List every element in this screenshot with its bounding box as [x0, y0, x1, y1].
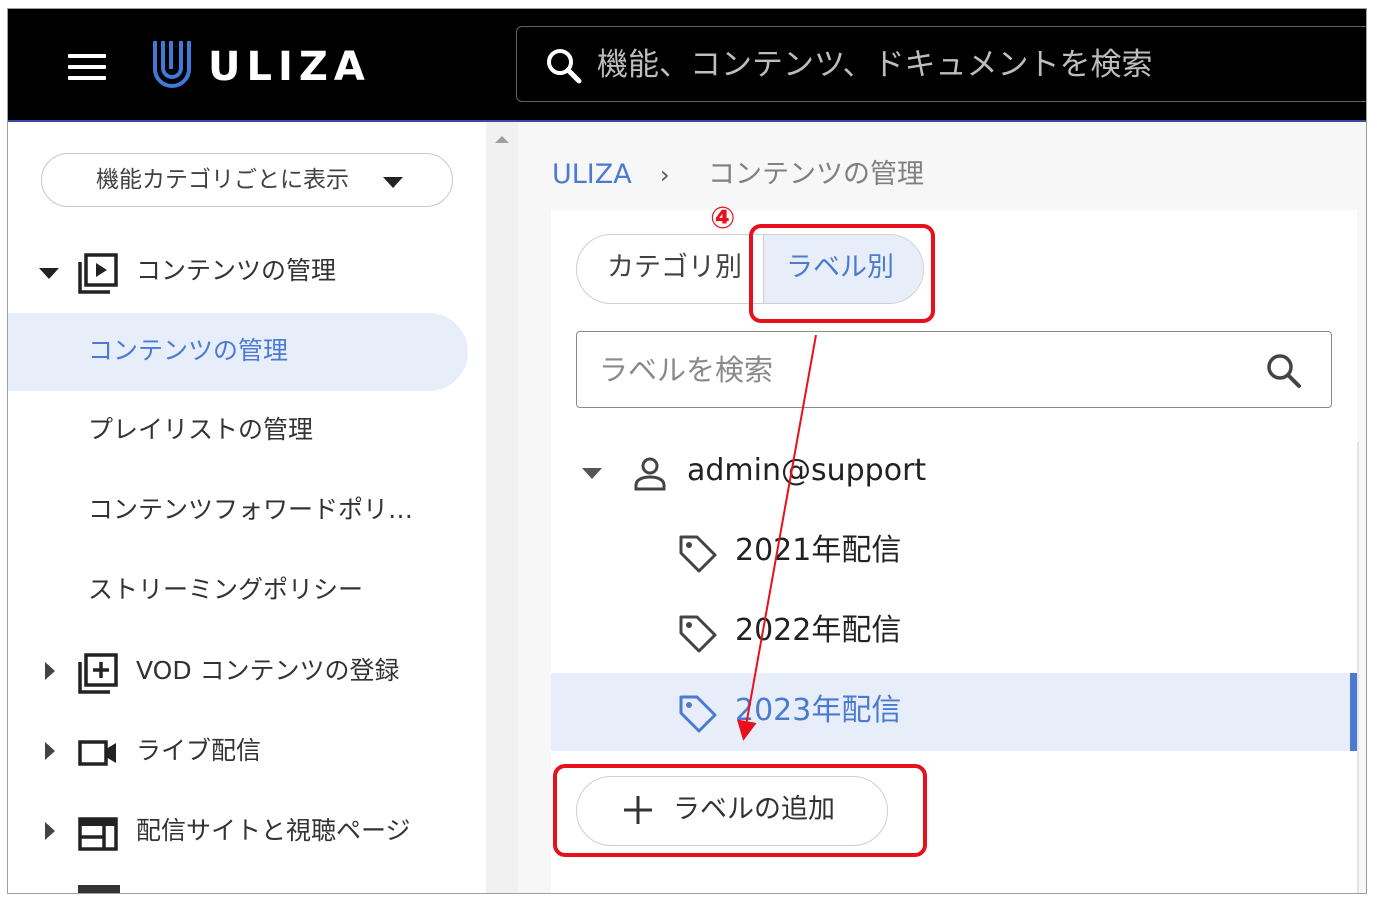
- collapse-arrow-icon: [45, 662, 55, 680]
- tree-label-item-selected[interactable]: 2023年配信: [551, 673, 1357, 751]
- play-box-icon: [76, 252, 120, 300]
- owner-name: admin@support: [687, 453, 927, 488]
- top-header: ULIZA 機能、コンテンツ、ドキュメントを検索: [8, 9, 1366, 122]
- hamburger-menu-icon[interactable]: [68, 54, 106, 80]
- sidebar-item-content-forward-policy[interactable]: コンテンツフォワードポリ…: [8, 472, 468, 550]
- collapse-arrow-icon: [45, 822, 55, 840]
- sidebar-item-content-management[interactable]: コンテンツの管理: [8, 313, 468, 391]
- search-icon[interactable]: [1265, 352, 1303, 394]
- sidebar-item-label: プレイリストの管理: [88, 415, 314, 444]
- sidebar-item-playlist-management[interactable]: プレイリストの管理: [8, 392, 468, 470]
- panel-divider: [1357, 442, 1359, 893]
- global-search-placeholder: 機能、コンテンツ、ドキュメントを検索: [597, 47, 1153, 83]
- partial-icon: [78, 885, 120, 893]
- add-box-icon: [76, 652, 120, 700]
- tab-by-category[interactable]: カテゴリ別: [577, 235, 761, 303]
- expand-arrow-icon: [39, 268, 59, 279]
- step-number-annotation: ④: [710, 201, 736, 236]
- tree-label-item[interactable]: 2022年配信: [551, 593, 1357, 671]
- tree-owner-node[interactable]: admin@support: [551, 436, 1357, 506]
- logo-text[interactable]: ULIZA: [208, 45, 371, 89]
- selection-indicator: [1350, 673, 1357, 751]
- sidebar-item-streaming-policy[interactable]: ストリーミングポリシー: [8, 552, 468, 630]
- label-name: 2021年配信: [735, 533, 902, 568]
- scroll-up-icon[interactable]: [495, 136, 509, 143]
- highlight-box-add-button: [553, 764, 927, 857]
- label-search-input[interactable]: [597, 346, 1241, 394]
- tag-icon: [677, 533, 719, 579]
- app-window: ULIZA 機能、コンテンツ、ドキュメントを検索 機能カテゴリごとに表示 コンテ…: [7, 8, 1367, 894]
- uliza-logo-icon: [152, 39, 192, 89]
- breadcrumb-home-link[interactable]: ULIZA: [552, 159, 632, 191]
- label-name: 2023年配信: [735, 693, 902, 728]
- expand-arrow-icon: [582, 468, 602, 479]
- category-filter-label: 機能カテゴリごとに表示: [96, 167, 349, 193]
- sidebar: 機能カテゴリごとに表示 コンテンツの管理 コンテンツの管理 プレイリストの管理 …: [8, 122, 486, 893]
- sidebar-group-label: ライブ配信: [136, 736, 262, 765]
- sidebar-group-label: VOD コンテンツの登録: [136, 656, 400, 685]
- highlight-box-label-tab: [749, 224, 935, 323]
- tag-icon: [677, 613, 719, 659]
- breadcrumb-separator-icon: ›: [660, 161, 670, 189]
- category-filter-dropdown[interactable]: 機能カテゴリごとに表示: [41, 153, 453, 207]
- sidebar-group-vod-registration[interactable]: VOD コンテンツの登録: [8, 642, 486, 702]
- tree-label-item[interactable]: 2021年配信: [551, 513, 1357, 591]
- video-camera-icon: [76, 732, 120, 780]
- caret-down-icon: [383, 177, 403, 188]
- label-search-box: [576, 331, 1332, 408]
- sidebar-group-live[interactable]: ライブ配信: [8, 722, 486, 782]
- tab-label: カテゴリ別: [607, 252, 742, 283]
- global-search-box[interactable]: 機能、コンテンツ、ドキュメントを検索: [516, 26, 1366, 102]
- sidebar-group-label: 配信サイトと視聴ページ: [136, 816, 411, 845]
- person-icon: [632, 456, 668, 496]
- sidebar-scrollbar[interactable]: [486, 122, 518, 893]
- sidebar-group-label: コンテンツの管理: [136, 256, 337, 285]
- sidebar-item-label: コンテンツの管理: [88, 336, 289, 365]
- web-layout-icon: [76, 812, 120, 860]
- label-name: 2022年配信: [735, 613, 902, 648]
- tag-icon: [677, 693, 719, 739]
- sidebar-item-label: コンテンツフォワードポリ…: [88, 495, 414, 524]
- sidebar-group-sites[interactable]: 配信サイトと視聴ページ: [8, 802, 486, 862]
- sidebar-item-label: ストリーミングポリシー: [88, 575, 364, 604]
- search-icon: [545, 47, 583, 89]
- collapse-arrow-icon: [45, 742, 55, 760]
- sidebar-group-content-management[interactable]: コンテンツの管理: [8, 242, 486, 302]
- breadcrumb-current: コンテンツの管理: [708, 159, 924, 190]
